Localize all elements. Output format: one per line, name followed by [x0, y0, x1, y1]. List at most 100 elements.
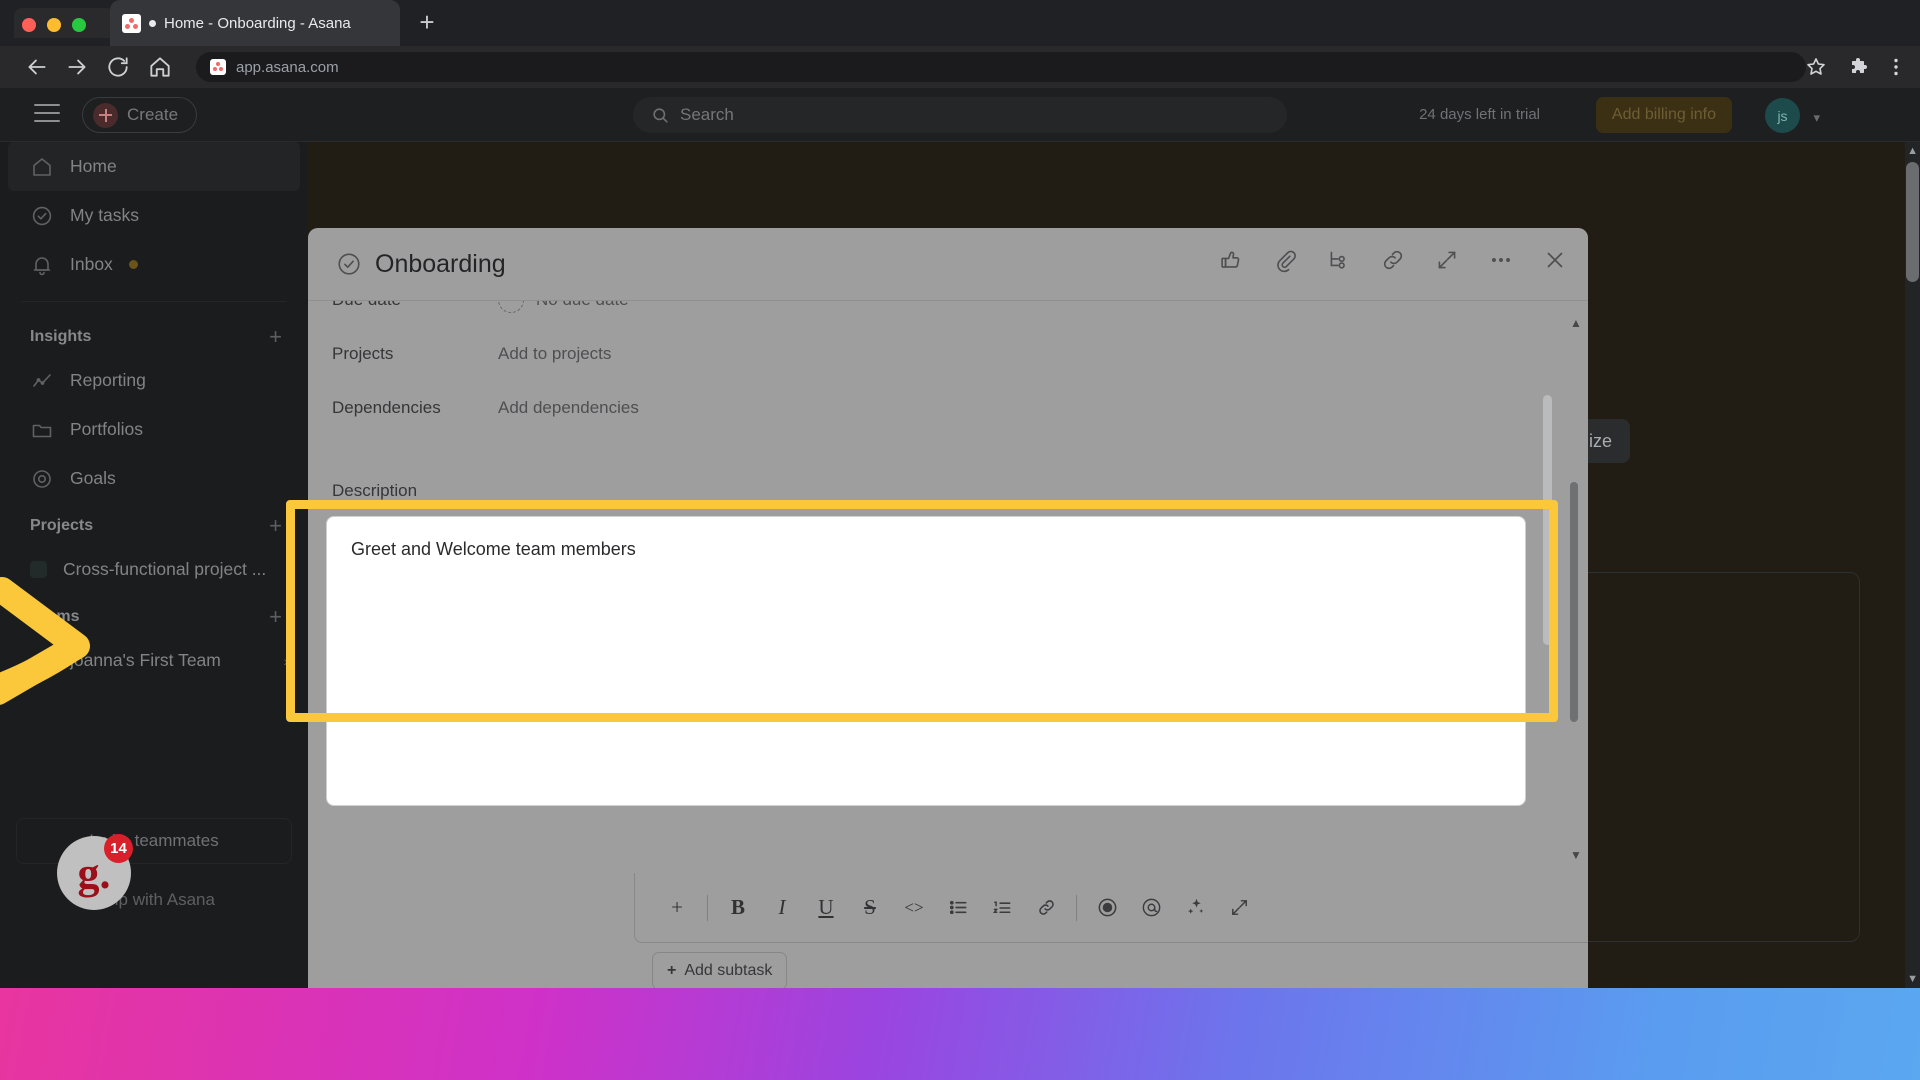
- guru-widget-button[interactable]: g. 14: [57, 834, 133, 910]
- scroll-up-arrow-icon[interactable]: ▲: [1570, 316, 1582, 330]
- add-project-button[interactable]: +: [269, 513, 282, 539]
- sidebar-item-label: Portfolios: [70, 419, 143, 439]
- ai-sparkle-icon[interactable]: [1173, 886, 1217, 930]
- modal-scrollbar-track[interactable]: [1570, 332, 1580, 844]
- menu-toggle-icon[interactable]: [34, 104, 60, 126]
- tab-unsaved-dot-icon: [149, 19, 156, 27]
- strikethrough-icon[interactable]: S: [848, 886, 892, 930]
- screenshot-root: Home - Onboarding - Asana + app.asana.co…: [0, 0, 1920, 1080]
- chevron-right-icon[interactable]: ›: [283, 653, 288, 669]
- close-icon[interactable]: [1542, 247, 1568, 273]
- underline-icon[interactable]: U: [804, 886, 848, 930]
- add-glyph: +: [671, 895, 683, 919]
- maximize-window-button[interactable]: [72, 18, 86, 32]
- search-input[interactable]: Search: [633, 97, 1287, 133]
- field-row-due-date[interactable]: Due date No due date: [308, 301, 1588, 327]
- add-subtask-button[interactable]: + Add subtask: [652, 952, 788, 988]
- site-favicon-icon: [210, 59, 226, 75]
- code-icon[interactable]: <>: [892, 886, 936, 930]
- app-scrollbar[interactable]: ▲ ▼: [1905, 142, 1920, 988]
- chevron-down-icon[interactable]: ▾: [1813, 110, 1820, 126]
- add-icon[interactable]: +: [655, 886, 699, 930]
- forward-arrow-icon[interactable]: [64, 54, 90, 80]
- field-label: Dependencies: [332, 398, 441, 417]
- add-billing-info-button[interactable]: Add billing info: [1595, 97, 1732, 133]
- address-bar[interactable]: app.asana.com: [196, 52, 1806, 82]
- add-subtask-label: Add subtask: [684, 962, 773, 979]
- expand-icon[interactable]: [1434, 247, 1460, 273]
- field-label: Due date: [332, 301, 498, 310]
- back-arrow-icon[interactable]: [24, 54, 50, 80]
- guru-notification-badge: 14: [104, 834, 133, 863]
- create-button[interactable]: Create: [82, 97, 198, 133]
- record-icon[interactable]: [1085, 886, 1129, 930]
- mention-icon[interactable]: [1129, 886, 1173, 930]
- add-team-button[interactable]: +: [269, 604, 282, 630]
- add-insight-button[interactable]: +: [269, 324, 282, 350]
- chart-line-icon: [30, 369, 54, 393]
- scroll-down-arrow-icon[interactable]: ▼: [1907, 973, 1918, 985]
- help-with-asana-link[interactable]: Help with Asana: [0, 890, 308, 910]
- reload-icon[interactable]: [105, 54, 131, 80]
- description-input[interactable]: Greet and Welcome team members: [326, 395, 1552, 806]
- asana-favicon-icon: [122, 13, 141, 33]
- subtask-icon[interactable]: [1326, 247, 1352, 273]
- bulleted-list-icon[interactable]: [936, 886, 980, 930]
- italic-glyph: I: [778, 895, 786, 919]
- scroll-up-arrow-icon[interactable]: ▲: [1907, 145, 1918, 157]
- description-scrollbar-thumb[interactable]: [1543, 395, 1552, 645]
- minimize-window-button[interactable]: [47, 18, 61, 32]
- numbered-list-icon[interactable]: [980, 886, 1024, 930]
- field-value[interactable]: No due date: [498, 301, 629, 313]
- sidebar-item-inbox[interactable]: Inbox: [0, 240, 308, 289]
- sidebar-item-label: Inbox: [70, 254, 113, 274]
- bold-icon[interactable]: B: [716, 886, 760, 930]
- three-dot-menu-icon[interactable]: [1884, 55, 1908, 79]
- browser-chrome: Home - Onboarding - Asana + app.asana.co…: [0, 0, 1920, 88]
- sidebar-section-insights: Insights +: [0, 314, 308, 356]
- link-icon[interactable]: [1380, 247, 1406, 273]
- sidebar-item-my-tasks[interactable]: My tasks: [0, 191, 308, 240]
- scroll-down-arrow-icon[interactable]: ▼: [1570, 848, 1582, 862]
- close-window-button[interactable]: [22, 18, 36, 32]
- app-scrollbar-thumb[interactable]: [1906, 162, 1919, 282]
- toolbar-divider: [707, 894, 708, 921]
- modal-scrollbar[interactable]: ▲ ▼: [1570, 316, 1582, 862]
- paperclip-icon[interactable]: [1272, 247, 1298, 273]
- desktop-wallpaper-band: [0, 988, 1920, 1080]
- home-icon[interactable]: [147, 54, 173, 80]
- sidebar-footer: Invite teammates Help with Asana: [0, 818, 308, 910]
- more-options-icon[interactable]: [1488, 247, 1514, 273]
- sidebar-item-label: Home: [70, 156, 117, 176]
- bell-icon: [30, 253, 54, 277]
- home-icon: [30, 155, 54, 179]
- browser-toolbar: app.asana.com: [0, 46, 1920, 88]
- link-icon[interactable]: [1024, 886, 1068, 930]
- browser-tab[interactable]: Home - Onboarding - Asana: [110, 0, 400, 46]
- bold-glyph: B: [730, 895, 745, 919]
- puzzle-icon[interactable]: [1848, 55, 1872, 79]
- field-value-text[interactable]: Add to projects: [498, 344, 611, 364]
- italic-icon[interactable]: I: [760, 886, 804, 930]
- sidebar-item-portfolios[interactable]: Portfolios: [0, 405, 308, 454]
- field-value-text[interactable]: Add dependencies: [498, 398, 639, 418]
- expand-icon[interactable]: [1217, 886, 1261, 930]
- strikethrough-glyph: S: [864, 895, 876, 919]
- sidebar-item-home[interactable]: Home: [8, 142, 300, 191]
- new-tab-button[interactable]: +: [412, 8, 442, 38]
- task-complete-check-circle-icon[interactable]: [336, 251, 362, 277]
- field-row-projects[interactable]: Projects Add to projects: [308, 327, 1588, 381]
- invite-teammates-button[interactable]: Invite teammates: [16, 818, 292, 864]
- modal-header: Onboarding: [308, 228, 1588, 301]
- modal-scrollbar-thumb[interactable]: [1570, 482, 1578, 722]
- sidebar-item-label: Reporting: [70, 370, 146, 390]
- field-row-dependencies[interactable]: Dependencies Add dependencies: [308, 381, 1588, 435]
- folder-icon: [30, 418, 54, 442]
- star-icon[interactable]: [1804, 55, 1828, 79]
- sidebar-item-reporting[interactable]: Reporting: [0, 356, 308, 405]
- thumbs-up-icon[interactable]: [1218, 247, 1244, 273]
- trial-status-text: 24 days left in trial: [1419, 106, 1540, 123]
- task-title[interactable]: Onboarding: [375, 250, 506, 279]
- description-text: Greet and Welcome team members: [351, 539, 636, 559]
- user-avatar[interactable]: js: [1765, 98, 1800, 133]
